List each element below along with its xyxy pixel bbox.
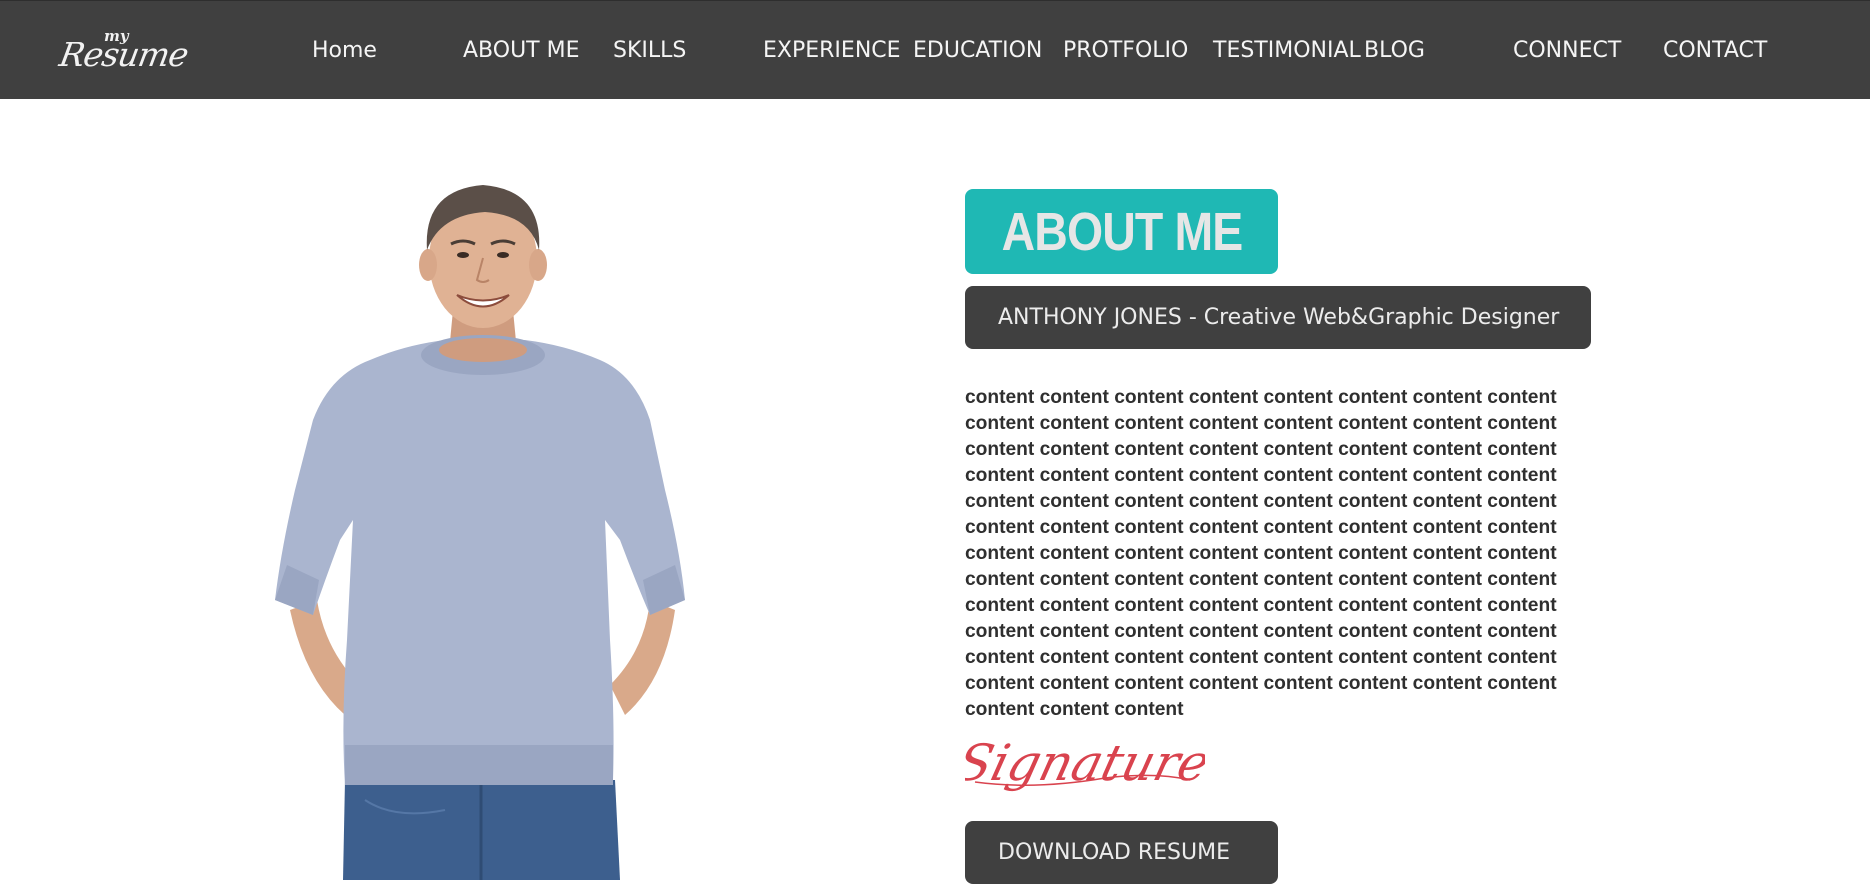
person-illustration <box>275 185 685 880</box>
nav-item-home[interactable]: Home <box>312 36 377 66</box>
nav-item-blog[interactable]: BLOG <box>1364 36 1425 66</box>
signature-text: Signature <box>965 734 1205 792</box>
top-navigation-bar: my Resume Home ABOUT ME SKILLS EXPERIENC… <box>0 0 1870 99</box>
nav-item-about-me[interactable]: ABOUT ME <box>463 36 580 66</box>
nav-item-testimonial[interactable]: TESTIMONIAL <box>1213 36 1361 66</box>
nav-item-education[interactable]: EDUCATION <box>913 36 1042 66</box>
site-logo[interactable]: my Resume <box>56 23 191 75</box>
download-resume-label: DOWNLOAD RESUME <box>998 840 1230 865</box>
nav-item-contact[interactable]: CONTACT <box>1663 36 1767 66</box>
about-me-heading: ABOUT ME <box>965 189 1278 274</box>
nav-item-experience[interactable]: EXPERIENCE <box>763 36 901 66</box>
signature-image: Signature <box>951 720 1216 820</box>
nav-item-skills[interactable]: SKILLS <box>613 36 686 66</box>
about-me-heading-text: ABOUT ME <box>1001 201 1243 262</box>
resume-page: my Resume Home ABOUT ME SKILLS EXPERIENC… <box>0 0 1870 894</box>
profile-photo <box>195 160 795 880</box>
nav-item-connect[interactable]: CONNECT <box>1513 36 1621 66</box>
download-resume-button[interactable]: DOWNLOAD RESUME <box>965 821 1278 884</box>
logo-main-text: Resume <box>56 35 191 74</box>
nav-item-portfolio[interactable]: PROTFOLIO <box>1063 36 1188 66</box>
name-role-banner: ANTHONY JONES - Creative Web&Graphic Des… <box>965 286 1591 349</box>
bio-paragraph: content content content content content … <box>965 387 1557 720</box>
signature-graphic: Signature <box>951 734 1216 792</box>
name-role-text: ANTHONY JONES - Creative Web&Graphic Des… <box>998 305 1560 330</box>
